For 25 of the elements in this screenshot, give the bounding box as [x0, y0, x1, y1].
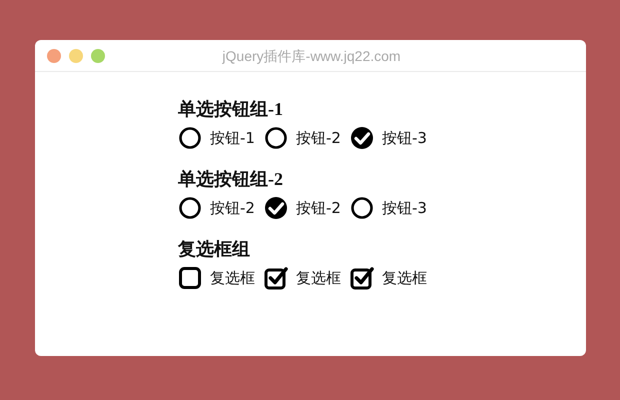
radio-icon[interactable]: [350, 196, 374, 220]
radio-checked-icon[interactable]: [264, 196, 288, 220]
checkbox-option[interactable]: 复选框: [178, 266, 255, 290]
checkbox-icon[interactable]: [178, 266, 202, 290]
radio-option[interactable]: 按钮-2: [178, 196, 255, 220]
radio-checked-icon[interactable]: [350, 126, 374, 150]
radio-option[interactable]: 按钮-1: [178, 126, 255, 150]
maximize-dot[interactable]: [91, 48, 105, 62]
group-title: 单选按钮组-2: [178, 168, 284, 190]
window-title: jQuery插件库-www.jq22.com: [222, 48, 401, 64]
radio-icon[interactable]: [264, 126, 288, 150]
close-dot[interactable]: [47, 48, 61, 62]
radio-option[interactable]: 按钮-3: [350, 196, 427, 220]
minimize-dot[interactable]: [69, 48, 83, 62]
radio-icon[interactable]: [178, 196, 202, 220]
checkbox-option[interactable]: 复选框: [264, 266, 341, 290]
radio-option[interactable]: 按钮-3: [350, 126, 427, 150]
group-title: 单选按钮组-1: [178, 98, 284, 120]
checkbox-checked-icon[interactable]: [264, 266, 288, 290]
checkbox-option[interactable]: 复选框: [350, 266, 427, 290]
radio-icon[interactable]: [178, 126, 202, 150]
group-title: 复选框组: [178, 238, 251, 260]
radio-option[interactable]: 按钮-2: [264, 126, 341, 150]
checkbox-checked-icon[interactable]: [350, 266, 374, 290]
radio-option[interactable]: 按钮-2: [264, 196, 341, 220]
